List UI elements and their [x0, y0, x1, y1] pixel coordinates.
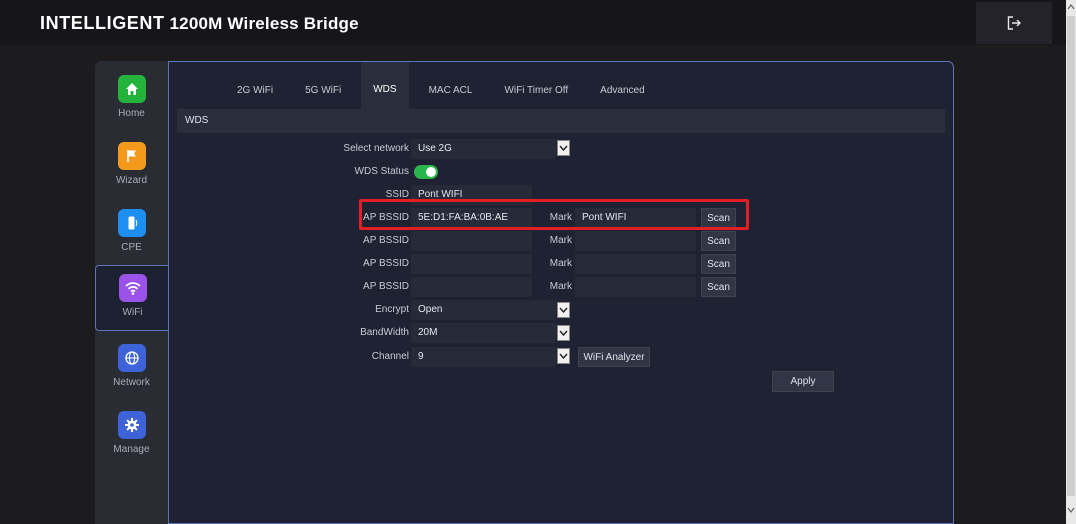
top-bar: INTELLIGENT 1200M Wireless Bridge	[0, 0, 1066, 45]
sidebar-item-label: Network	[113, 377, 150, 388]
mark-label: Mark	[549, 258, 572, 269]
bandwidth-dropdown[interactable]: 20M	[411, 323, 556, 343]
mark-field-2[interactable]	[575, 231, 696, 251]
sidebar-item-wifi[interactable]: WiFi	[95, 265, 169, 331]
logout-icon	[1007, 16, 1021, 30]
sidebar-item-manage[interactable]: Manage	[95, 403, 168, 469]
mark-label: Mark	[549, 235, 572, 246]
wds-status-label: WDS Status	[354, 166, 409, 177]
globe-icon	[117, 344, 146, 372]
sidebar-item-wizard[interactable]: Wizard	[95, 134, 168, 200]
brand-rest: 1200M Wireless Bridge	[169, 14, 359, 33]
mark-field-3[interactable]	[575, 254, 696, 274]
mark-label: Mark	[549, 281, 572, 292]
ssid-label: SSID	[385, 189, 409, 200]
sidebar-item-label: CPE	[121, 242, 142, 253]
scan-button-1[interactable]: Scan	[701, 208, 736, 228]
brand-title: INTELLIGENT 1200M Wireless Bridge	[40, 13, 359, 34]
ap-bssid-label: AP BSSID	[363, 258, 409, 269]
sidebar-item-label: WiFi	[122, 307, 143, 318]
select-network-label: Select network	[343, 143, 409, 154]
sidebar-item-label: Wizard	[115, 175, 148, 186]
chevron-down-icon[interactable]	[557, 325, 570, 341]
encrypt-label: Encrypt	[375, 304, 409, 315]
scroll-thumb[interactable]	[1067, 16, 1075, 496]
gear-icon	[117, 411, 146, 439]
sidebar: Home Wizard CPE WiFi Network Manage	[95, 61, 169, 524]
logout-button[interactable]	[976, 2, 1052, 44]
wifi-icon	[118, 274, 147, 302]
scroll-up-icon[interactable]	[1067, 2, 1075, 12]
section-title: WDS	[177, 109, 945, 133]
cpe-device-icon	[117, 209, 146, 237]
home-icon	[117, 75, 146, 103]
sidebar-item-network[interactable]: Network	[95, 336, 168, 402]
select-network-dropdown[interactable]: Use 2G	[411, 139, 556, 159]
sidebar-item-cpe[interactable]: CPE	[95, 201, 168, 267]
sidebar-item-home[interactable]: Home	[95, 67, 168, 133]
wifi-analyzer-button[interactable]: WiFi Analyzer	[578, 347, 650, 367]
scroll-down-icon[interactable]	[1067, 505, 1075, 515]
ap-bssid-label: AP BSSID	[363, 212, 409, 223]
channel-dropdown[interactable]: 9	[411, 347, 556, 367]
ssid-field[interactable]: Pont WIFI	[411, 185, 532, 205]
mark-label: Mark	[549, 212, 572, 223]
brand-big: INTELLIGENT	[40, 13, 165, 33]
scan-button-3[interactable]: Scan	[701, 254, 736, 274]
encrypt-dropdown[interactable]: Open	[411, 300, 556, 320]
apply-button[interactable]: Apply	[772, 371, 834, 392]
chevron-down-icon[interactable]	[557, 302, 570, 318]
scan-button-4[interactable]: Scan	[701, 277, 736, 297]
page-scrollbar[interactable]	[1066, 0, 1076, 524]
toggle-knob	[426, 167, 436, 177]
chevron-down-icon[interactable]	[557, 348, 570, 364]
sidebar-item-label: Home	[118, 108, 145, 119]
mark-field-1[interactable]: Pont WIFI	[575, 208, 696, 228]
chevron-down-icon[interactable]	[557, 140, 570, 156]
ap-bssid-label: AP BSSID	[363, 235, 409, 246]
ap-bssid-label: AP BSSID	[363, 281, 409, 292]
sidebar-item-label: Manage	[113, 444, 150, 455]
wds-status-toggle[interactable]	[414, 165, 438, 179]
scan-button-2[interactable]: Scan	[701, 231, 736, 251]
flag-icon	[117, 142, 146, 170]
channel-label: Channel	[371, 351, 409, 362]
mark-field-4[interactable]	[575, 277, 696, 297]
bandwidth-label: BandWidth	[360, 327, 409, 338]
